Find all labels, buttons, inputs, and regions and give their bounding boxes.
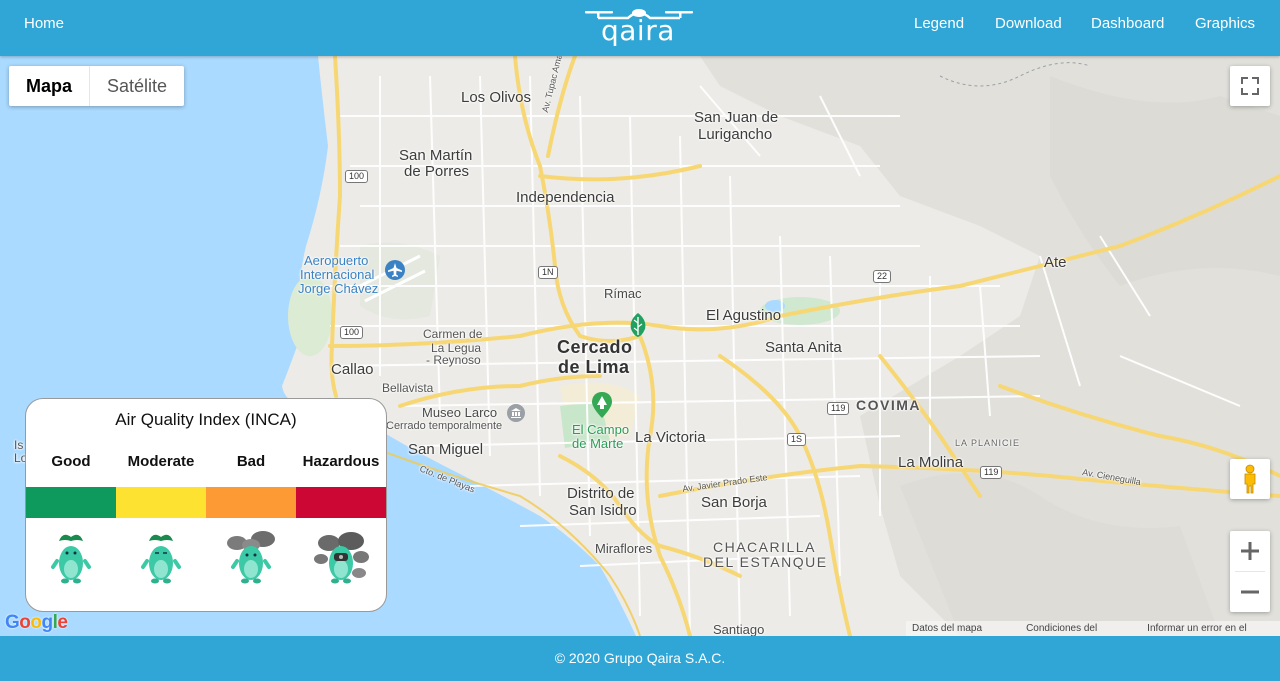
legend-swatch-good: [26, 487, 116, 518]
zoom-control: [1230, 531, 1270, 612]
route-shield-1n: 1N: [538, 266, 558, 279]
footer-copyright: © 2020 Grupo Qaira S.A.C.: [554, 650, 726, 666]
label-san-martin-2: de Porres: [404, 163, 470, 180]
zoom-out-icon: [1241, 590, 1259, 594]
mascot-moderate-icon: [116, 529, 206, 589]
route-shield-119: 119: [980, 466, 1003, 479]
label-la-molina: La Molina: [898, 454, 964, 471]
label-san-juan-1: San Juan de: [694, 109, 779, 126]
map-data-credit: Datos del mapa ©2020: [912, 623, 983, 634]
legend-category-moderate: Moderate: [127, 453, 195, 470]
mascot-good-icon: [26, 529, 116, 589]
zoom-in-button[interactable]: [1230, 531, 1270, 571]
legend-swatch-hazardous: [296, 487, 386, 518]
label-los-olivos: Los Olivos: [461, 89, 532, 106]
map-attribution: Datos del mapa ©2020 Condiciones del Ser…: [906, 621, 1280, 636]
legend-swatch-moderate: [116, 487, 206, 518]
museum-icon[interactable]: [507, 404, 525, 422]
zoom-in-icon: [1241, 542, 1259, 560]
label-campo-1: El Campo: [572, 422, 630, 437]
label-independencia: Independencia: [516, 189, 615, 206]
nav-legend-link[interactable]: Legend: [914, 15, 964, 32]
label-miraflores: Miraflores: [595, 541, 653, 556]
label-airport-1: Aeropuerto: [304, 253, 369, 268]
map-type-satelite-button[interactable]: Satélite: [90, 66, 184, 106]
route-shield-1s: 1S: [787, 433, 807, 446]
label-santa-anita: Santa Anita: [765, 339, 842, 356]
label-campo-2: de Marte: [572, 436, 624, 451]
label-el-agustino: El Agustino: [706, 307, 782, 324]
legend-categories: Good Moderate Bad Hazardous: [26, 453, 386, 470]
airport-icon[interactable]: [385, 260, 405, 280]
label-cercado-1: Cercado: [557, 337, 633, 357]
route-shield-119: 119: [827, 402, 850, 415]
map-type-mapa-button[interactable]: Mapa: [9, 66, 91, 106]
legend-mascots: [26, 529, 386, 589]
legend-category-bad: Bad: [236, 453, 266, 470]
nav-home-link[interactable]: Home: [24, 15, 64, 32]
monitoring-station-leaf-icon[interactable]: [628, 312, 648, 338]
label-carmen-1: Carmen de: [423, 327, 483, 341]
page-footer: © 2020 Grupo Qaira S.A.C.: [0, 636, 1280, 681]
label-la-planicie: LA PLANICIE: [955, 438, 1021, 448]
label-carmen-3: - Reynoso: [426, 353, 481, 367]
label-chacarilla-2: DEL ESTANQUE: [703, 554, 828, 570]
street-view-button[interactable]: [1230, 459, 1270, 499]
fullscreen-icon: [1241, 77, 1259, 95]
logo-wordmark: qaira: [601, 14, 675, 47]
map-type-toggle: Mapa Satélite: [9, 66, 185, 106]
report-map-error-link[interactable]: Informar un error en el mapa: [1147, 621, 1274, 636]
mascot-bad-icon: [206, 529, 296, 589]
park-icon[interactable]: [592, 392, 612, 418]
label-chacarilla-1: CHACARILLA: [713, 539, 816, 555]
label-san-miguel: San Miguel: [408, 441, 484, 458]
route-shield-100: 100: [340, 326, 364, 339]
label-san-isidro-1: Distrito de: [567, 485, 635, 502]
label-san-borja: San Borja: [701, 494, 767, 511]
legend-swatch-bad: [206, 487, 296, 518]
label-isla-1: Is: [14, 438, 24, 452]
label-rimac: Rímac: [604, 286, 642, 301]
legend-color-bar: [26, 487, 386, 518]
label-airport-2: Internacional: [300, 267, 375, 282]
google-logo[interactable]: Google: [5, 612, 68, 634]
label-cercado-2: de Lima: [558, 357, 630, 377]
legend-title: Air Quality Index (INCA): [115, 410, 297, 429]
terms-of-service-link[interactable]: Condiciones del Servicio: [1026, 621, 1135, 636]
label-bellavista: Bellavista: [382, 381, 434, 395]
label-ate: Ate: [1044, 254, 1067, 271]
label-airport-3: Jorge Chávez: [298, 281, 379, 296]
label-santiago: Santiago: [713, 622, 765, 637]
label-san-martin-1: San Martín: [399, 147, 473, 164]
label-museo-larco-status: Cerrado temporalmente: [386, 420, 503, 432]
label-covima: COVIMA: [856, 397, 921, 413]
nav-dashboard-link[interactable]: Dashboard: [1091, 15, 1164, 32]
label-callao: Callao: [331, 361, 374, 378]
fullscreen-button[interactable]: [1230, 66, 1270, 106]
nav-graphics-link[interactable]: Graphics: [1195, 15, 1255, 32]
label-museo-larco: Museo Larco: [422, 405, 498, 420]
qaira-logo[interactable]: qaira: [583, 4, 695, 48]
label-san-juan-2: Lurigancho: [698, 126, 773, 143]
legend-category-hazardous: Hazardous: [302, 453, 380, 470]
top-navbar: Home qaira Legend Download Dashboard Gra…: [0, 0, 1280, 56]
pegman-icon: [1244, 464, 1256, 494]
zoom-out-button[interactable]: [1230, 572, 1270, 612]
label-san-isidro-2: San Isidro: [569, 502, 637, 519]
mascot-hazardous-icon: [296, 529, 386, 589]
nav-download-link[interactable]: Download: [995, 15, 1062, 32]
legend-category-good: Good: [51, 453, 91, 470]
label-la-victoria: La Victoria: [635, 429, 706, 446]
route-shield-100: 100: [345, 170, 369, 183]
air-quality-legend: Air Quality Index (INCA) Good Moderate B…: [25, 398, 387, 612]
route-shield-22: 22: [873, 270, 892, 283]
